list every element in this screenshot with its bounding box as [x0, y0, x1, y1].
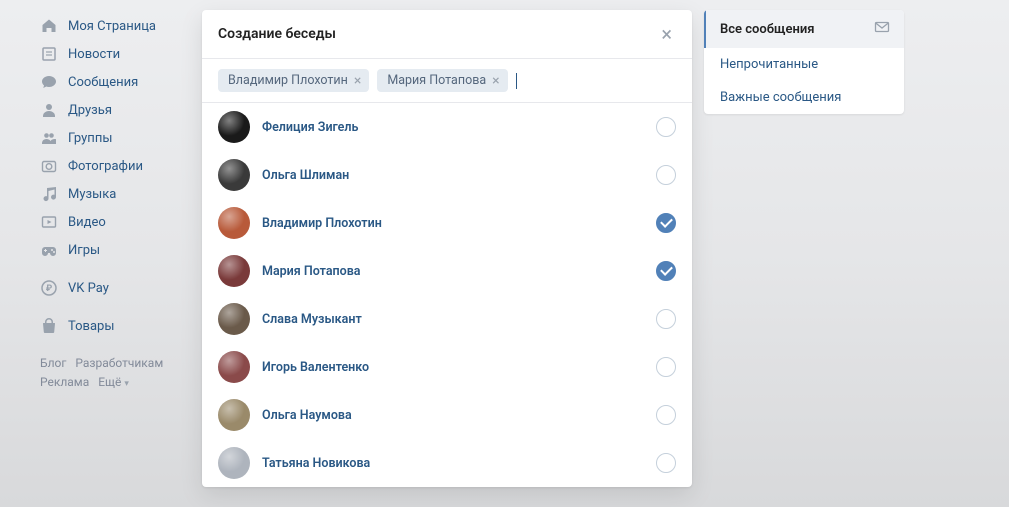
filter-label: Важные сообщения — [720, 90, 841, 105]
friend-name: Игорь Валентенко — [262, 360, 644, 375]
friend-checkbox[interactable] — [656, 213, 676, 233]
photos-icon — [40, 157, 58, 175]
video-icon — [40, 213, 58, 231]
friend-name: Татьяна Новикова — [262, 456, 644, 471]
mail-icon — [874, 19, 890, 39]
friend-row[interactable]: Фелиция Зигель — [202, 103, 692, 151]
games-icon — [40, 241, 58, 259]
ruble-icon: ₽ — [40, 279, 58, 297]
friend-checkbox[interactable] — [656, 405, 676, 425]
nav-item-messages[interactable]: Сообщения — [40, 68, 190, 96]
home-icon — [40, 17, 58, 35]
nav-label: Сообщения — [68, 75, 138, 90]
friend-name: Слава Музыкант — [262, 312, 644, 327]
friend-row[interactable]: Владимир Плохотин — [202, 199, 692, 247]
nav-label: Друзья — [68, 103, 112, 118]
sidebar-nav: Моя Страница Новости Сообщения Друзья Группы… — [40, 10, 190, 487]
friend-row[interactable]: Игорь Валентенко — [202, 343, 692, 391]
avatar — [218, 303, 250, 335]
messages-icon — [40, 73, 58, 91]
close-icon[interactable]: × — [657, 24, 676, 44]
chip-label: Мария Потапова — [387, 73, 486, 88]
groups-icon — [40, 129, 58, 147]
nav-label: Товары — [68, 319, 114, 334]
footer-ads[interactable]: Реклама — [40, 375, 89, 389]
chip-remove-icon[interactable]: × — [354, 74, 361, 88]
friend-checkbox[interactable] — [656, 357, 676, 377]
nav-item-music[interactable]: Музыка — [40, 180, 190, 208]
friend-row[interactable]: Ольга Наумова — [202, 391, 692, 439]
avatar — [218, 399, 250, 431]
nav-item-games[interactable]: Игры — [40, 236, 190, 264]
filter-item[interactable]: Непрочитанные — [704, 48, 904, 81]
friend-checkbox[interactable] — [656, 117, 676, 137]
nav-label: Группы — [68, 131, 112, 146]
friend-row[interactable]: Мария Потапова — [202, 247, 692, 295]
avatar — [218, 159, 250, 191]
nav-label: Новости — [68, 47, 120, 62]
friend-name: Владимир Плохотин — [262, 216, 644, 231]
nav-vkpay[interactable]: ₽ VK Pay — [40, 274, 190, 302]
selected-chips-row[interactable]: Владимир Плохотин × Мария Потапова × — [202, 59, 692, 103]
friend-row[interactable]: Слава Музыкант — [202, 295, 692, 343]
nav-label: Фотографии — [68, 159, 143, 174]
chip-input-cursor[interactable] — [516, 73, 517, 89]
friend-name: Ольга Шлиман — [262, 168, 644, 183]
filter-label: Непрочитанные — [720, 57, 818, 72]
avatar — [218, 111, 250, 143]
nav-label: Моя Страница — [68, 19, 156, 34]
nav-label: VK Pay — [68, 281, 109, 296]
footer-links: Блог Разработчикам Реклама Ещё▾ — [40, 354, 190, 392]
friends-icon — [40, 101, 58, 119]
create-chat-modal: Создание беседы × Владимир Плохотин×Мари… — [202, 10, 692, 487]
nav-market[interactable]: Товары — [40, 312, 190, 340]
nav-item-news[interactable]: Новости — [40, 40, 190, 68]
filter-item[interactable]: Важные сообщения — [704, 81, 904, 114]
footer-more[interactable]: Ещё — [98, 375, 121, 389]
modal-header: Создание беседы × — [202, 10, 692, 59]
music-icon — [40, 185, 58, 203]
friend-name: Мария Потапова — [262, 264, 644, 279]
friend-name: Фелиция Зигель — [262, 120, 644, 135]
friend-row[interactable]: Ольга Шлиман — [202, 151, 692, 199]
nav-item-friends[interactable]: Друзья — [40, 96, 190, 124]
friends-list: Фелиция Зигель Ольга Шлиман Владимир Плохо… — [202, 103, 692, 487]
bag-icon — [40, 317, 58, 335]
footer-blog[interactable]: Блог — [40, 356, 66, 370]
friend-checkbox[interactable] — [656, 309, 676, 329]
nav-item-video[interactable]: Видео — [40, 208, 190, 236]
svg-text:₽: ₽ — [46, 284, 53, 294]
nav-item-home[interactable]: Моя Страница — [40, 12, 190, 40]
nav-label: Видео — [68, 215, 106, 230]
filter-item[interactable]: Все сообщения — [704, 10, 904, 48]
nav-item-groups[interactable]: Группы — [40, 124, 190, 152]
friend-name: Ольга Наумова — [262, 408, 644, 423]
friend-checkbox[interactable] — [656, 165, 676, 185]
chip-label: Владимир Плохотин — [228, 73, 348, 88]
avatar — [218, 447, 250, 479]
avatar — [218, 207, 250, 239]
footer-devs[interactable]: Разработчикам — [75, 356, 163, 370]
selected-chip: Владимир Плохотин × — [218, 69, 369, 92]
news-icon — [40, 45, 58, 63]
avatar — [218, 351, 250, 383]
message-filters: Все сообщения Непрочитанные Важные сообщен… — [704, 10, 904, 114]
friend-checkbox[interactable] — [656, 261, 676, 281]
selected-chip: Мария Потапова × — [377, 69, 507, 92]
nav-item-photos[interactable]: Фотографии — [40, 152, 190, 180]
chip-remove-icon[interactable]: × — [492, 74, 499, 88]
chevron-down-icon: ▾ — [124, 377, 129, 391]
modal-title: Создание беседы — [218, 26, 336, 42]
friend-row[interactable]: Татьяна Новикова — [202, 439, 692, 487]
friend-checkbox[interactable] — [656, 453, 676, 473]
nav-label: Музыка — [68, 187, 116, 202]
avatar — [218, 255, 250, 287]
filter-label: Все сообщения — [720, 22, 815, 37]
nav-label: Игры — [68, 243, 100, 258]
